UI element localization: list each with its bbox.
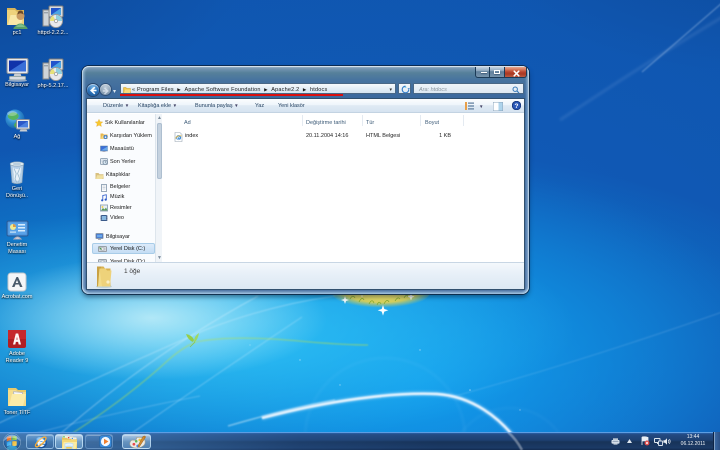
svg-text:?: ?	[515, 103, 519, 110]
